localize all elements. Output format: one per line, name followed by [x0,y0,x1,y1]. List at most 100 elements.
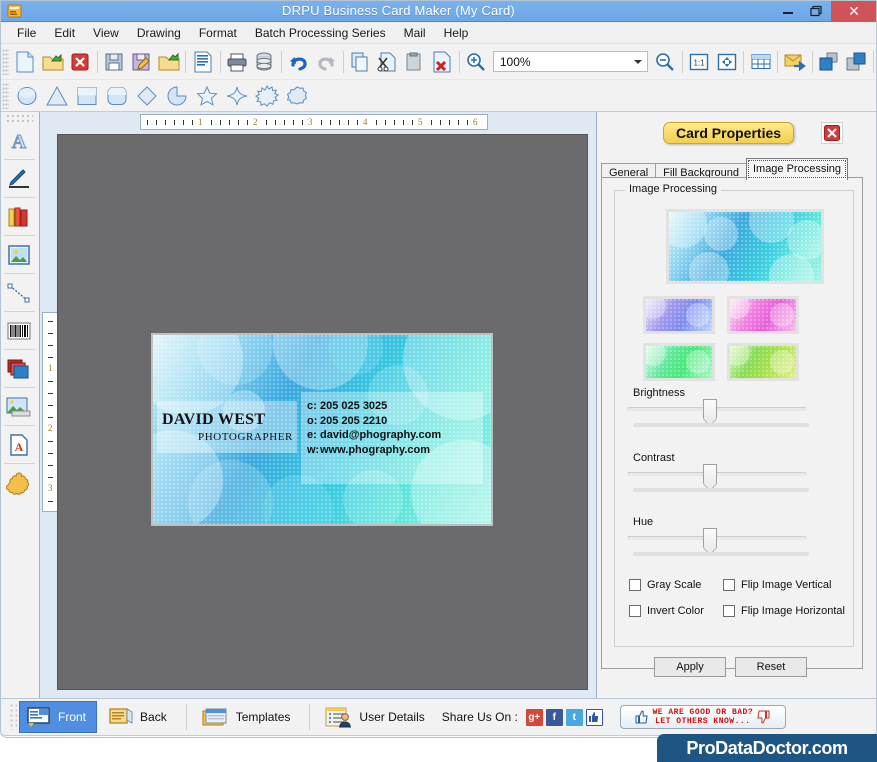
business-card-preview[interactable]: DAVID WEST PHOTOGRAPHER c: 205 025 3025 o… [151,333,493,526]
actual-size-icon[interactable]: 1:1 [686,48,713,76]
paste-icon[interactable] [401,48,428,76]
feedback-banner[interactable]: WE ARE GOOD OR BAD? LET OTHERS KNOW... [619,705,786,729]
brightness-slider-thumb[interactable] [703,399,717,419]
fit-page-icon[interactable] [713,48,740,76]
preview-yellow-green[interactable] [727,343,799,381]
preview-magenta[interactable] [727,296,799,334]
close-document-icon[interactable] [66,48,93,76]
line-tool[interactable] [0,275,38,310]
menu-view[interactable]: View [84,24,128,42]
back-view-button[interactable]: Back [101,701,178,733]
clipart-tool[interactable] [0,465,38,500]
left-sidebar-separator [4,425,35,426]
like-icon[interactable] [585,708,603,726]
menu-batch-processing-series[interactable]: Batch Processing Series [246,24,395,42]
save-icon[interactable] [101,48,128,76]
zoom-out-icon[interactable] [651,48,678,76]
flip-horizontal-checkbox-box[interactable] [723,605,735,617]
send-back-icon[interactable] [816,48,843,76]
cut-icon[interactable] [374,48,401,76]
text-tool[interactable]: A [0,123,38,158]
burst-shape-icon[interactable] [252,82,282,110]
contrast-slider-track[interactable] [627,472,807,476]
print-icon[interactable] [224,48,251,76]
rectangle-shape-icon[interactable] [72,82,102,110]
gray-scale-checkbox-box[interactable] [629,579,641,591]
chevron-down-icon[interactable] [634,59,643,64]
checkbox-gray-scale[interactable]: Gray Scale [629,579,701,591]
design-canvas[interactable]: DAVID WEST PHOTOGRAPHER c: 205 025 3025 o… [57,134,588,690]
zoom-level-combo[interactable]: 100% [492,51,649,72]
redo-icon[interactable] [312,48,339,76]
delete-icon[interactable] [428,48,455,76]
watermark-text-tool[interactable]: A [0,427,38,462]
undo-icon[interactable] [285,48,312,76]
left-sidebar-grip[interactable] [6,114,33,123]
pie-shape-icon[interactable] [162,82,192,110]
ellipse-shape-icon[interactable] [12,82,42,110]
reset-button[interactable]: Reset [735,657,807,677]
contrast-slider-thumb[interactable] [703,464,717,484]
image-tool[interactable] [0,237,38,272]
hue-slider-track[interactable] [627,536,807,540]
star4-shape-icon[interactable] [222,82,252,110]
layers-tool[interactable] [0,351,38,386]
menu-drawing[interactable]: Drawing [128,24,190,42]
copy-icon[interactable] [347,48,374,76]
bring-front-icon[interactable] [843,48,870,76]
zoom-in-icon[interactable] [463,48,490,76]
open-folder-icon[interactable] [39,48,66,76]
menu-help[interactable]: Help [435,24,478,42]
preview-main[interactable] [666,209,824,284]
preview-green[interactable] [643,343,715,381]
minimize-button[interactable] [773,0,802,22]
close-button[interactable]: ✕ [831,0,877,22]
mail-icon[interactable] [781,48,808,76]
google-plus-icon[interactable]: g+ [525,708,543,726]
open-project-icon[interactable] [155,48,182,76]
database-icon[interactable] [251,48,278,76]
grid-icon[interactable] [747,48,774,76]
templates-button[interactable]: Templates [195,701,302,733]
brightness-slider-track[interactable] [627,407,807,411]
properties-icon[interactable] [189,48,216,76]
invert-color-checkbox-box[interactable] [629,605,641,617]
menu-edit[interactable]: Edit [45,24,84,42]
diamond-shape-icon[interactable] [132,82,162,110]
triangle-shape-icon[interactable] [42,82,72,110]
front-view-button[interactable]: Front [19,701,98,733]
hue-slider-thumb[interactable] [703,528,717,548]
rounded-rectangle-shape-icon[interactable] [102,82,132,110]
picture-tool[interactable] [0,389,38,424]
card-contact-key: o: [307,414,318,427]
menu-file[interactable]: File [8,24,45,42]
star5-shape-icon[interactable] [192,82,222,110]
left-sidebar-separator [4,235,35,236]
menu-mail[interactable]: Mail [395,24,435,42]
flip-vertical-checkbox-box[interactable] [723,579,735,591]
twitter-icon[interactable]: t [565,708,583,726]
tab-image-processing[interactable]: Image Processing [745,158,849,180]
checkbox-invert-color[interactable]: Invert Color [629,605,704,617]
barcode-books-tool[interactable] [0,199,38,234]
toolbar-separator [811,50,813,73]
new-document-icon[interactable] [12,48,39,76]
checkbox-flip-image-vertical[interactable]: Flip Image Vertical [723,579,831,591]
menu-format[interactable]: Format [190,24,246,42]
user-details-button[interactable]: User Details [318,701,435,733]
barcode-tool[interactable] [0,313,38,348]
bottom-bar-grip[interactable] [10,704,17,730]
vertical-ruler: 1 2 3 [42,312,58,512]
maximize-button[interactable] [802,0,831,22]
apply-button[interactable]: Apply [654,657,726,677]
preview-purple[interactable] [643,296,715,334]
facebook-icon[interactable]: f [545,708,563,726]
checkbox-flip-image-horizontal[interactable]: Flip Image Horizontal [723,605,845,617]
signature-tool[interactable] [0,161,38,196]
save-as-icon[interactable] [128,48,155,76]
polygon-shape-icon[interactable] [282,82,312,110]
toolbar-grip[interactable] [2,48,9,75]
panel-close-button[interactable] [821,122,843,144]
ruler-label-v-2: 2 [48,423,53,433]
shapes-toolbar-grip[interactable] [2,82,9,109]
